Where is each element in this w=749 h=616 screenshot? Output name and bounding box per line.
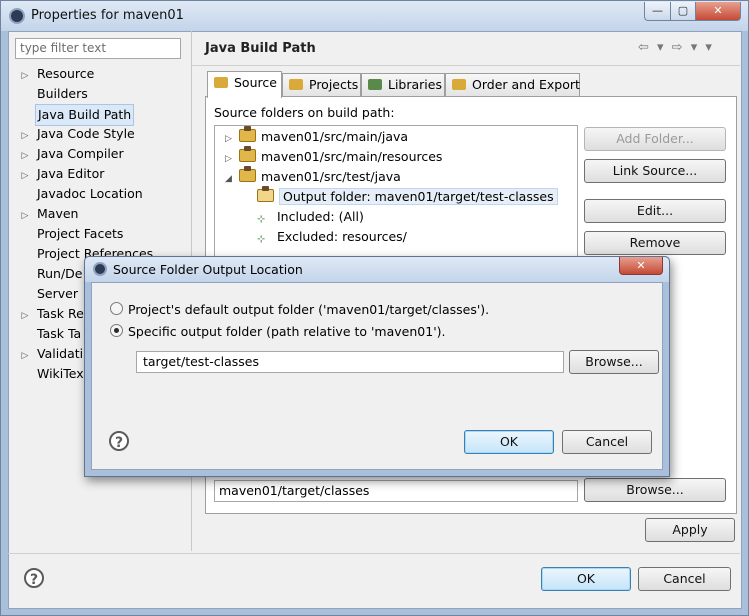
dialog-body: Project's default output folder ('maven0… (91, 282, 663, 470)
sidebar-item[interactable]: Project Facets (15, 224, 125, 244)
expand-arrow-icon[interactable]: ▷ (225, 129, 239, 149)
dialog-cancel-button[interactable]: Cancel (562, 430, 652, 454)
link-source-button[interactable]: Link Source... (584, 159, 726, 183)
tree-item-src-main-java[interactable]: ▷ maven01/src/main/java (225, 126, 408, 149)
radio-unchecked-icon[interactable] (110, 302, 123, 315)
sidebar-item[interactable]: Builders (15, 84, 90, 104)
dialog-title-bar[interactable]: Source Folder Output Location ✕ (85, 257, 669, 282)
sidebar-item[interactable]: ▷ Java Compiler (15, 144, 126, 164)
tab-libraries[interactable]: Libraries (361, 73, 445, 97)
package-folder-icon (239, 126, 256, 142)
sidebar-item-label: Task Re (37, 306, 84, 321)
sidebar-item-label: Java Editor (37, 166, 105, 181)
source-folder-output-dialog: Source Folder Output Location ✕ Project'… (84, 256, 670, 477)
sidebar-item[interactable]: ▷ Maven (15, 204, 80, 224)
tree-item-src-test-java[interactable]: ◢ maven01/src/test/java (225, 166, 401, 189)
expand-arrow-icon[interactable]: ▷ (15, 206, 35, 226)
expand-arrow-icon[interactable]: ▷ (15, 166, 35, 186)
sidebar-item-label: Resource (37, 66, 95, 81)
tree-item-output-folder[interactable]: Output folder: maven01/target/test-class… (257, 186, 558, 207)
collapse-arrow-icon[interactable]: ◢ (225, 169, 239, 189)
tab-order-and-export[interactable]: Order and Export (445, 73, 580, 97)
eclipse-dialog-icon (93, 262, 107, 276)
dialog-ok-button[interactable]: OK (464, 430, 554, 454)
cancel-button[interactable]: Cancel (638, 567, 731, 591)
title-bar[interactable]: Properties for maven01 — ▢ ✕ (1, 1, 748, 31)
sidebar-item-label: Project Facets (37, 226, 124, 241)
output-folder-icon (257, 186, 274, 202)
expand-arrow-icon[interactable]: ▷ (15, 126, 35, 146)
source-folder-icon (214, 77, 228, 88)
sidebar-item[interactable]: ▷ Resource (15, 64, 96, 84)
expand-arrow-icon[interactable]: ▷ (15, 346, 35, 366)
sidebar-item-label: Maven (37, 206, 79, 221)
sidebar-item[interactable]: Javadoc Location (15, 184, 145, 204)
default-output-folder-field[interactable]: maven01/target/classes (214, 480, 578, 502)
window-title: Properties for maven01 (31, 8, 184, 23)
sidebar-item-label: WikiTex (37, 366, 84, 381)
sidebar-item[interactable]: Java Build Path (15, 104, 135, 126)
dialog-help-icon[interactable]: ? (109, 431, 129, 451)
sidebar-item-label: Validati (37, 346, 84, 361)
filter-input[interactable]: type filter text (15, 38, 181, 59)
sidebar-item[interactable]: WikiTex (15, 364, 86, 384)
sidebar-item[interactable]: ▷ Validati (15, 344, 85, 364)
ok-button[interactable]: OK (541, 567, 631, 591)
default-output-radio[interactable]: Project's default output folder ('maven0… (110, 301, 489, 319)
projects-icon (289, 79, 303, 90)
source-folders-label: Source folders on build path: (214, 105, 395, 120)
sidebar-item[interactable]: Task Ta (15, 324, 83, 344)
page-title: Java Build Path (205, 41, 316, 56)
order-export-icon (452, 79, 466, 90)
dialog-close-button[interactable]: ✕ (619, 257, 663, 275)
help-icon[interactable]: ? (24, 568, 44, 588)
sidebar-item-label: Builders (37, 86, 88, 101)
tab-projects[interactable]: Projects (282, 73, 361, 97)
libraries-icon (368, 79, 382, 90)
sidebar-item[interactable]: Run/De (15, 264, 85, 284)
tab-source[interactable]: Source (207, 71, 282, 98)
eclipse-app-icon (9, 8, 25, 24)
title-divider (192, 65, 740, 66)
specific-output-radio[interactable]: Specific output folder (path relative to… (110, 323, 445, 341)
sidebar-item-label: Run/De (37, 266, 83, 281)
maximize-button[interactable]: ▢ (670, 2, 696, 21)
sidebar-item-label: Java Build Path (35, 104, 135, 126)
expand-arrow-icon[interactable]: ▷ (15, 146, 35, 166)
dialog-content: Project's default output folder ('maven0… (98, 287, 659, 436)
inclusion-filter-icon: ⊹ (257, 214, 266, 225)
expand-arrow-icon[interactable]: ▷ (15, 66, 35, 86)
minimize-button[interactable]: — (644, 2, 671, 21)
radio-checked-icon[interactable] (110, 324, 123, 337)
sidebar-item[interactable]: ▷ Task Re (15, 304, 86, 324)
tree-item-excluded[interactable]: ⊹ Excluded: resources/ (257, 227, 407, 247)
sidebar-item-label: Java Compiler (37, 146, 124, 161)
sidebar-item[interactable]: ▷ Java Editor (15, 164, 106, 184)
sidebar-item-label: Java Code Style (37, 126, 135, 141)
sidebar-item-label: Javadoc Location (37, 186, 143, 201)
tree-item-src-main-resources[interactable]: ▷ maven01/src/main/resources (225, 146, 442, 169)
history-nav-arrows[interactable]: ⇦ ▾ ⇨ ▾ ▾ (638, 40, 714, 55)
package-folder-icon (239, 146, 256, 162)
remove-button[interactable]: Remove (584, 231, 726, 255)
sidebar-item-label: Task Ta (37, 326, 82, 341)
expand-arrow-icon[interactable]: ▷ (225, 149, 239, 169)
sidebar-item[interactable]: Server (15, 284, 80, 304)
footer-divider (8, 553, 740, 554)
add-folder-button[interactable]: Add Folder... (584, 127, 726, 151)
source-folders-tree[interactable]: ▷ maven01/src/main/java ▷ maven01/src/main… (214, 125, 578, 265)
dialog-browse-button[interactable]: Browse... (569, 350, 659, 374)
exclusion-filter-icon: ⊹ (257, 234, 266, 245)
apply-button[interactable]: Apply (645, 518, 735, 542)
sidebar-item[interactable]: ▷ Java Code Style (15, 124, 137, 144)
expand-arrow-icon[interactable]: ▷ (15, 306, 35, 326)
edit-button[interactable]: Edit... (584, 199, 726, 223)
browse-output-button[interactable]: Browse... (584, 478, 726, 502)
tree-item-included[interactable]: ⊹ Included: (All) (257, 207, 364, 227)
output-folder-path-input[interactable]: target/test-classes (136, 351, 564, 373)
dialog-title: Source Folder Output Location (113, 262, 303, 277)
close-button[interactable]: ✕ (695, 2, 741, 21)
package-folder-icon (239, 166, 256, 182)
sidebar-item-label: Server (37, 286, 78, 301)
